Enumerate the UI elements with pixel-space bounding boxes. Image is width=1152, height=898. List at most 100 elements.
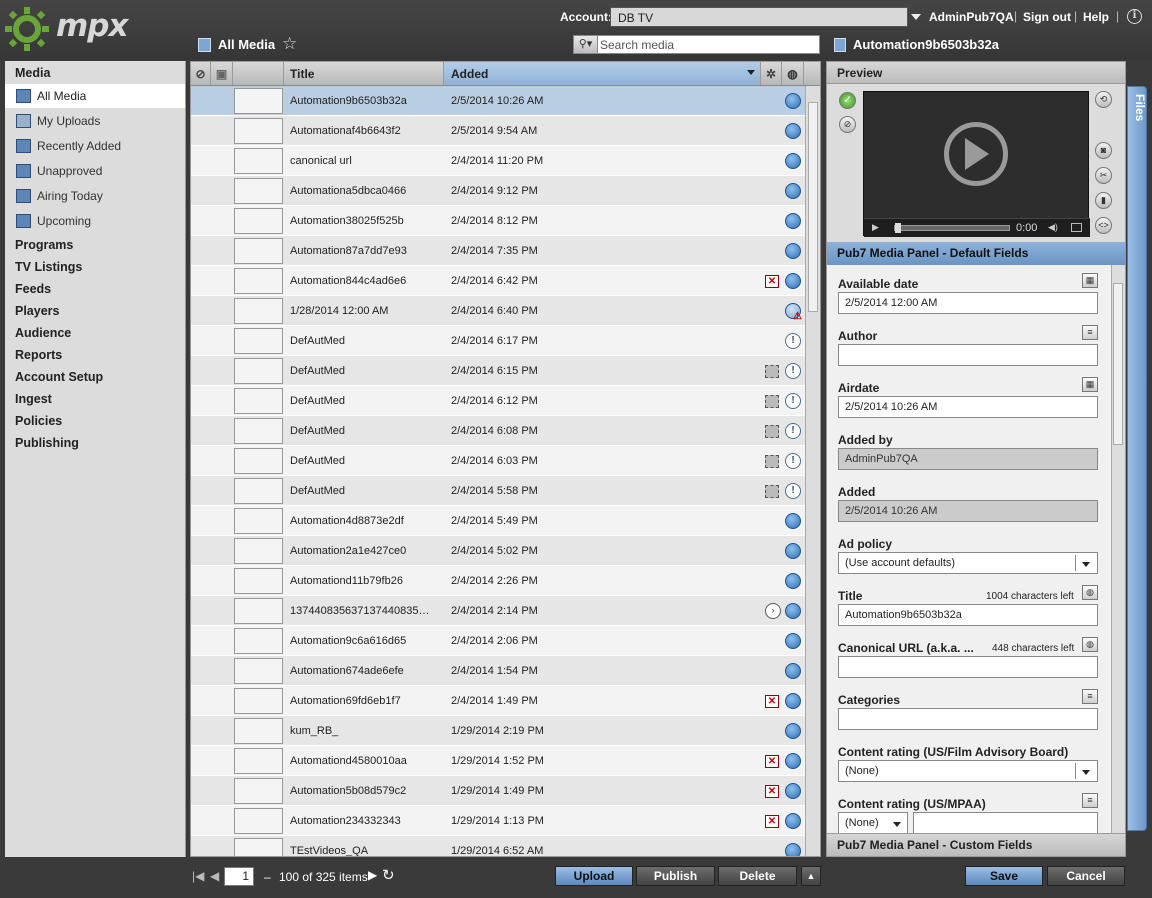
replace-thumbnail-icon[interactable]: ⟲: [1095, 91, 1112, 108]
table-row[interactable]: Automation9b6503b32a 2/5/2014 10:26 AM: [191, 86, 810, 116]
approve-column-icon[interactable]: ⊘: [191, 62, 211, 85]
nav-group-ingest[interactable]: Ingest: [15, 392, 52, 406]
rating-mpaa-subrating[interactable]: [913, 812, 1098, 833]
nav-group-feeds[interactable]: Feeds: [15, 282, 51, 296]
nav-group-publishing[interactable]: Publishing: [15, 436, 79, 450]
table-row[interactable]: TEstVideos_QA 1/29/2014 6:52 AM: [191, 836, 810, 856]
video-player[interactable]: ▶ 0:00 ◀): [863, 91, 1090, 237]
delete-button[interactable]: Delete: [718, 866, 797, 886]
table-row[interactable]: DefAutMed 2/4/2014 6:15 PM!: [191, 356, 810, 386]
sidebar-item-upcoming[interactable]: Upcoming: [5, 209, 185, 233]
table-row[interactable]: 137440835637137440835… 2/4/2014 2:14 PM ›: [191, 596, 810, 626]
table-row[interactable]: Automation844c4ad6e6 2/4/2014 6:42 PM ✕: [191, 266, 810, 296]
fullscreen-icon[interactable]: [1071, 223, 1082, 232]
table-row[interactable]: DefAutMed 2/4/2014 6:03 PM!: [191, 446, 810, 476]
lock-column-icon[interactable]: ▣: [211, 62, 233, 85]
table-row[interactable]: Automation4d8873e2df 2/4/2014 5:49 PM: [191, 506, 810, 536]
seek-handle[interactable]: [895, 223, 901, 233]
approved-check-icon[interactable]: ✓: [839, 92, 856, 109]
nav-group-policies[interactable]: Policies: [15, 414, 62, 428]
custom-fields-header[interactable]: Pub7 Media Panel - Custom Fields: [827, 833, 1125, 856]
publish-button[interactable]: Publish: [636, 866, 715, 886]
table-row[interactable]: Automationaf4b6643f2 2/5/2014 9:54 AM: [191, 116, 810, 146]
nav-group-media[interactable]: Media: [15, 66, 50, 80]
list-edit-icon[interactable]: ≡: [1082, 325, 1098, 340]
table-row[interactable]: Automationa5dbca0466 2/4/2014 9:12 PM: [191, 176, 810, 206]
sign-out-link[interactable]: Sign out: [1023, 10, 1071, 24]
calendar-icon[interactable]: ▦: [1082, 273, 1098, 288]
sidebar-item-all-media[interactable]: All Media: [5, 84, 185, 108]
table-row[interactable]: Automation5b08d579c2 1/29/2014 1:49 PM ✕: [191, 776, 810, 806]
ad-policy-select[interactable]: (Use account defaults): [838, 552, 1098, 574]
table-row[interactable]: Automationd11b79fb26 2/4/2014 2:26 PM: [191, 566, 810, 596]
chevron-down-icon[interactable]: [911, 14, 921, 20]
play-small-icon[interactable]: ▶: [872, 222, 879, 233]
categories-field[interactable]: [838, 708, 1098, 730]
table-row[interactable]: Automation87a7dd7e93 2/4/2014 7:35 PM: [191, 236, 810, 266]
locale-icon[interactable]: ◍: [1082, 637, 1098, 652]
locale-icon[interactable]: ◍: [1082, 585, 1098, 600]
table-row[interactable]: 1/28/2014 12:00 AM 2/4/2014 6:40 PM ⚠: [191, 296, 810, 326]
scissors-icon[interactable]: ✂: [1095, 167, 1112, 184]
table-row[interactable]: DefAutMed 2/4/2014 6:17 PM!: [191, 326, 810, 356]
sidebar-item-my-uploads[interactable]: My Uploads: [5, 109, 185, 133]
search-icon[interactable]: ⚲▾: [573, 35, 598, 54]
cancel-button[interactable]: Cancel: [1047, 866, 1125, 886]
more-actions-icon[interactable]: ▲: [801, 866, 821, 886]
bookmark-icon[interactable]: ▮: [1095, 192, 1112, 209]
table-row[interactable]: Automation234332343 1/29/2014 1:13 PM ✕: [191, 806, 810, 836]
nav-group-programs[interactable]: Programs: [15, 238, 73, 252]
table-row[interactable]: DefAutMed 2/4/2014 6:08 PM!: [191, 416, 810, 446]
volume-icon[interactable]: ◀): [1048, 222, 1058, 233]
table-row[interactable]: Automation2a1e427ce0 2/4/2014 5:02 PM: [191, 536, 810, 566]
embed-icon[interactable]: <>: [1095, 217, 1112, 234]
help-link[interactable]: Help: [1083, 10, 1109, 24]
next-page-icon[interactable]: ▶: [368, 868, 377, 882]
play-triangle-icon[interactable]: [965, 138, 989, 170]
nav-group-audience[interactable]: Audience: [15, 326, 71, 340]
page-number-input[interactable]: 1: [224, 867, 254, 886]
seek-bar[interactable]: [894, 225, 1010, 231]
nav-group-account-setup[interactable]: Account Setup: [15, 370, 103, 384]
account-select[interactable]: DB TV: [610, 7, 908, 27]
nav-group-reports[interactable]: Reports: [15, 348, 62, 362]
table-row[interactable]: Automation38025f525b 2/4/2014 8:12 PM: [191, 206, 810, 236]
fields-scrollbar-thumb[interactable]: [1113, 283, 1123, 445]
author-field[interactable]: [838, 344, 1098, 366]
list-edit-icon[interactable]: ≡: [1082, 793, 1098, 808]
disapprove-icon[interactable]: ⊘: [839, 116, 856, 133]
available-date-field[interactable]: 2/5/2014 12:00 AM: [838, 292, 1098, 314]
rating-film-select[interactable]: (None): [838, 760, 1098, 782]
prev-page-icon[interactable]: ◀: [210, 869, 219, 883]
table-row[interactable]: kum_RB_ 1/29/2014 2:19 PM: [191, 716, 810, 746]
table-row[interactable]: canonical url 2/4/2014 11:20 PM: [191, 146, 810, 176]
sort-desc-icon[interactable]: [747, 70, 755, 75]
loading-column-icon[interactable]: ✲: [761, 62, 782, 85]
chevron-down-icon[interactable]: [1082, 770, 1090, 775]
chevron-down-icon[interactable]: [1082, 562, 1090, 567]
table-scrollbar-thumb[interactable]: [808, 102, 818, 312]
globe-column-icon[interactable]: ◍: [782, 62, 804, 85]
table-row[interactable]: Automation674ade6efe 2/4/2014 1:54 PM: [191, 656, 810, 686]
added-column-header[interactable]: Added: [444, 62, 761, 85]
title-field[interactable]: Automation9b6503b32a: [838, 604, 1098, 626]
nav-group-tv-listings[interactable]: TV Listings: [15, 260, 82, 274]
table-row[interactable]: Automation9c6a616d65 2/4/2014 2:06 PM: [191, 626, 810, 656]
sidebar-item-airing-today[interactable]: Airing Today: [5, 184, 185, 208]
nav-group-players[interactable]: Players: [15, 304, 59, 318]
files-tab[interactable]: [1127, 86, 1147, 831]
sidebar-item-unapproved[interactable]: Unapproved: [5, 159, 185, 183]
upload-button[interactable]: Upload: [555, 866, 633, 886]
list-edit-icon[interactable]: ≡: [1082, 689, 1098, 704]
canonical-url-field[interactable]: [838, 656, 1098, 678]
star-icon[interactable]: ☆: [282, 34, 297, 54]
first-page-icon[interactable]: |◀: [192, 869, 204, 883]
chevron-down-icon[interactable]: [893, 822, 901, 827]
table-row[interactable]: DefAutMed 2/4/2014 6:12 PM!: [191, 386, 810, 416]
airdate-field[interactable]: 2/5/2014 10:26 AM: [838, 396, 1098, 418]
thumbnail-column[interactable]: [233, 62, 284, 85]
calendar-icon[interactable]: ▦: [1082, 377, 1098, 392]
sidebar-item-recently-added[interactable]: Recently Added: [5, 134, 185, 158]
search-input[interactable]: [600, 37, 815, 52]
camera-icon[interactable]: ◙: [1095, 142, 1112, 159]
